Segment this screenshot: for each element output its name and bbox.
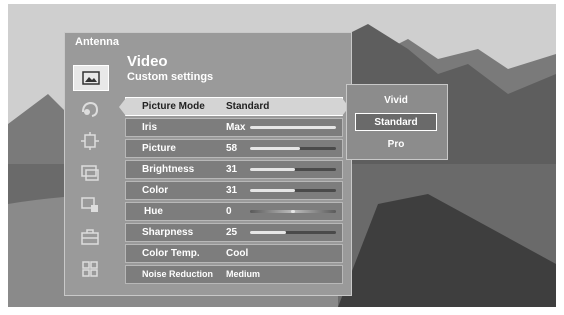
setting-value: Medium <box>226 269 261 279</box>
setting-row-hue[interactable]: Hue 0 <box>125 202 343 221</box>
setting-label: Color Temp. <box>142 248 200 259</box>
sidebar-item-screen[interactable] <box>73 129 107 153</box>
setting-value: Standard <box>226 101 270 112</box>
setting-label: Sharpness <box>142 227 194 238</box>
setting-row-sharpness[interactable]: Sharpness 25 <box>125 223 343 242</box>
level-slider[interactable] <box>250 231 336 234</box>
setting-row-iris[interactable]: Iris Max <box>125 118 343 137</box>
page-subtitle: Custom settings <box>127 71 214 83</box>
picture-icon <box>82 71 100 85</box>
setting-row-picture-mode[interactable]: Picture Mode Standard <box>119 97 349 116</box>
setting-row-noise-reduction[interactable]: Noise Reduction Medium <box>125 265 343 284</box>
apps-icon <box>82 261 98 277</box>
input-source-label: Antenna <box>75 36 119 48</box>
setting-label: Noise Reduction <box>142 269 214 279</box>
level-slider[interactable] <box>250 168 336 171</box>
left-arrow-icon <box>119 98 126 116</box>
setting-value: 58 <box>226 143 238 154</box>
setting-label: Brightness <box>142 164 195 175</box>
lock-icon <box>81 197 98 212</box>
level-fill <box>250 147 300 150</box>
page-title: Video <box>127 53 168 70</box>
picture-mode-dropdown: Vivid Standard Pro <box>346 84 448 160</box>
audio-icon <box>82 101 99 117</box>
hue-slider[interactable] <box>250 210 336 213</box>
setting-value: 31 <box>226 164 238 175</box>
level-fill <box>250 189 295 192</box>
setting-label: Picture <box>142 143 176 154</box>
option-pro[interactable]: Pro <box>355 136 437 154</box>
sidebar-item-setup[interactable] <box>73 225 107 249</box>
setting-label: Hue <box>144 206 163 217</box>
sidebar-item-lock[interactable] <box>73 193 107 217</box>
hue-marker <box>291 210 295 213</box>
level-fill <box>250 231 287 234</box>
setting-value: 25 <box>226 227 238 238</box>
setting-label: Picture Mode <box>142 101 205 112</box>
option-standard[interactable]: Standard <box>355 113 437 131</box>
level-slider[interactable] <box>250 126 336 129</box>
setting-value: Max <box>226 122 246 133</box>
setting-label: Color <box>142 185 169 196</box>
setting-value: 31 <box>226 185 238 196</box>
setting-row-picture[interactable]: Picture 58 <box>125 139 343 158</box>
level-slider[interactable] <box>250 147 336 150</box>
sidebar-item-display[interactable] <box>73 161 107 185</box>
setting-row-color[interactable]: Color 31 <box>125 181 343 200</box>
sidebar-item-audio[interactable] <box>73 97 107 121</box>
setting-row-color-temp[interactable]: Color Temp. Cool <box>125 244 343 263</box>
sidebar-item-apps[interactable] <box>73 257 107 281</box>
sidebar-item-video[interactable] <box>73 65 109 91</box>
display-icon <box>81 165 99 181</box>
level-fill <box>250 168 295 171</box>
setting-value: Cool <box>226 248 249 259</box>
tv-screen: Antenna Video Custom settings Picture Mo… <box>8 4 556 307</box>
level-slider[interactable] <box>250 189 336 192</box>
level-fill <box>250 126 336 129</box>
settings-panel: Antenna Video Custom settings Picture Mo… <box>64 32 352 296</box>
setting-value: 0 <box>226 206 232 217</box>
toolbox-icon <box>81 229 99 245</box>
setting-label: Iris <box>142 122 158 133</box>
screen-icon <box>81 132 99 150</box>
setting-row-brightness[interactable]: Brightness 31 <box>125 160 343 179</box>
option-vivid[interactable]: Vivid <box>355 92 437 110</box>
